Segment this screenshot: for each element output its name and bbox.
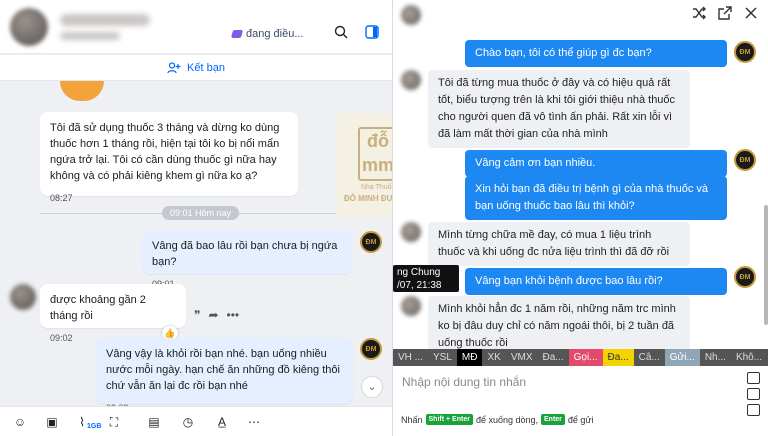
message-input[interactable]: Nhập nội dung tin nhắn [402,375,526,389]
quick-reply-tab[interactable]: Khô... [730,349,768,366]
shop-avatar[interactable]: ĐM [360,231,382,253]
message-bubble[interactable]: Xin hỏi bạn đã điều trị bệnh gì của nhà … [465,176,727,220]
quick-reply-tab[interactable]: Gửi... [664,349,700,366]
card-icon[interactable]: ▤ [146,414,162,430]
message-time: 08:27 [50,193,73,203]
label-tag[interactable]: đang điều... [230,28,304,40]
quick-reply-tab[interactable]: YSL [428,349,457,366]
sidebar-toggle-icon[interactable] [364,24,380,40]
message-bubble[interactable]: Chào bạn, tôi có thể giúp gì đc bạn? [465,40,727,67]
shop-avatar[interactable]: ĐM [734,266,756,288]
composer: Nhập nội dung tin nhắn [393,366,768,436]
open-external-icon[interactable] [717,5,733,21]
quick-reply-tab[interactable]: Đa... [537,349,569,366]
shop-avatar[interactable]: ĐM [734,149,756,171]
message-bubble[interactable]: Tôi đã sử dụng thuốc 3 tháng và dừng ko … [40,112,298,203]
reminder-icon[interactable]: ◷ [180,414,196,430]
quick-reply-tab[interactable]: Gọi... [568,349,603,366]
shop-avatar[interactable]: ĐM [734,41,756,63]
message-bubble[interactable]: Vâng đã bao lâu rồi bạn chưa bị ngứa bạn… [142,230,352,289]
forward-icon[interactable]: ➦ [208,308,218,322]
shift-enter-key: Shift + Enter [425,414,473,425]
message-actions: ❞ ➦ ••• [194,308,239,322]
hint-prefix: Nhấn [401,414,423,425]
contact-name [60,14,150,26]
format-icon[interactable]: A̲ [214,414,230,430]
message-bubble[interactable]: Vâng vậy là khỏi rồi bạn nhé. bạn uống n… [96,338,353,413]
tag-icon [230,30,244,38]
divider-label: 09:01 Hôm nay [162,206,240,220]
window-actions [691,5,759,21]
chat-header: đang điều... [0,0,392,54]
quick-reply-tabs: VH ... YSL MĐ XK VMX Đa... Gọi... Đa... Câ... Gửi… [393,349,768,366]
contact-subtitle [60,32,120,40]
quick-reply-tab[interactable]: XK [482,349,506,366]
keyboard-hint: Nhấn Shift + Enter để xuống dòng, Enter … [401,414,593,425]
storage-badge: 1GB [87,423,102,430]
more-icon[interactable]: ••• [227,308,240,322]
contact-avatar[interactable] [10,8,48,46]
screenshot-icon[interactable]: ⛶ [106,414,122,430]
image-icon[interactable] [747,372,760,384]
image-icon[interactable]: ▣ [44,414,60,430]
quick-reply-tab[interactable]: VMX [505,349,538,366]
message-bubble[interactable]: được khoảng gần 2 tháng rồi 09:02 [40,284,186,343]
attach-icon[interactable] [747,388,760,400]
watermark-line1: Nhà Thuốc [360,184,396,191]
date-divider: 09:01 Hôm nay [0,206,392,220]
add-friend-button[interactable]: Kết bạn [0,55,392,81]
quick-reply-tab[interactable]: Đa... [602,349,634,366]
contact-avatar[interactable] [401,5,421,25]
contact-avatar[interactable] [401,296,421,316]
message-bubble[interactable]: Tôi đã từng mua thuốc ở đây và có hiệu q… [428,70,690,148]
close-icon[interactable] [743,5,759,21]
hint-mid: để xuống dòng, [475,414,539,425]
sender-tooltip: ng Chung /07, 21:38 [393,265,459,292]
tag-label: đang điều... [246,28,304,40]
add-user-icon [167,61,181,73]
quote-icon[interactable]: ❞ [194,308,200,322]
message-bubble[interactable]: Mình khỏi hẳn đc 1 năm rồi, những năm tr… [428,296,690,357]
message-list: Chào bạn, tôi có thể giúp gì đc bạn? ĐM … [393,0,768,357]
hint-suffix: để gửi [567,414,594,425]
shuffle-icon[interactable] [691,5,707,21]
message-bubble[interactable]: Mình từng chữa mề đay, có mua 1 liệu trì… [428,222,690,266]
more-icon[interactable]: ⋯ [246,414,262,430]
sticker-image [60,81,104,101]
mail-icon[interactable] [747,404,760,416]
quick-reply-tab[interactable]: Câ... [633,349,665,366]
tooltip-name: ng Chung [397,267,441,278]
contact-avatar[interactable] [401,222,421,242]
enter-key: Enter [541,414,565,425]
sticker-icon[interactable]: ☺ [12,414,28,430]
message-bubble[interactable]: Vâng bạn khỏi bệnh được bao lâu rồi? [465,268,727,295]
message-bubble[interactable]: Vâng cảm ơn bạn nhiều. [465,150,727,177]
scroll-down-button[interactable]: ⌄ [361,376,383,398]
conversation-panel-right: Chào bạn, tôi có thể giúp gì đc bạn? ĐM … [392,0,768,436]
quick-reply-tab[interactable]: Nh... [699,349,731,366]
search-icon[interactable] [333,24,349,40]
add-friend-label: Kết bạn [187,61,225,74]
conversation-panel-left: đang điều... Kết bạn Tôi đã sử dụng thuố… [0,0,420,436]
message-text: Vâng đã bao lâu rồi bạn chưa bị ngứa bạn… [152,240,338,268]
quick-reply-tab[interactable]: MĐ [456,349,483,366]
contact-avatar[interactable] [10,284,36,310]
message-text: Vâng vậy là khỏi rồi bạn nhé. bạn uống n… [106,348,340,392]
message-text: Tôi đã sử dụng thuốc 3 tháng và dừng ko … [50,122,280,182]
contact-avatar[interactable] [401,70,421,90]
composer-actions [747,372,760,416]
tooltip-time: /07, 21:38 [397,280,442,291]
message-text: được khoảng gần 2 tháng rồi [50,294,146,322]
quick-reply-tab[interactable]: VH ... [393,349,429,366]
composer-toolbar: ☺ ▣ ⌇ 1GB ⛶ ▤ ◷ A̲ ⋯ [0,406,392,436]
shop-avatar[interactable]: ĐM [360,338,382,360]
scrollbar[interactable] [764,205,768,325]
